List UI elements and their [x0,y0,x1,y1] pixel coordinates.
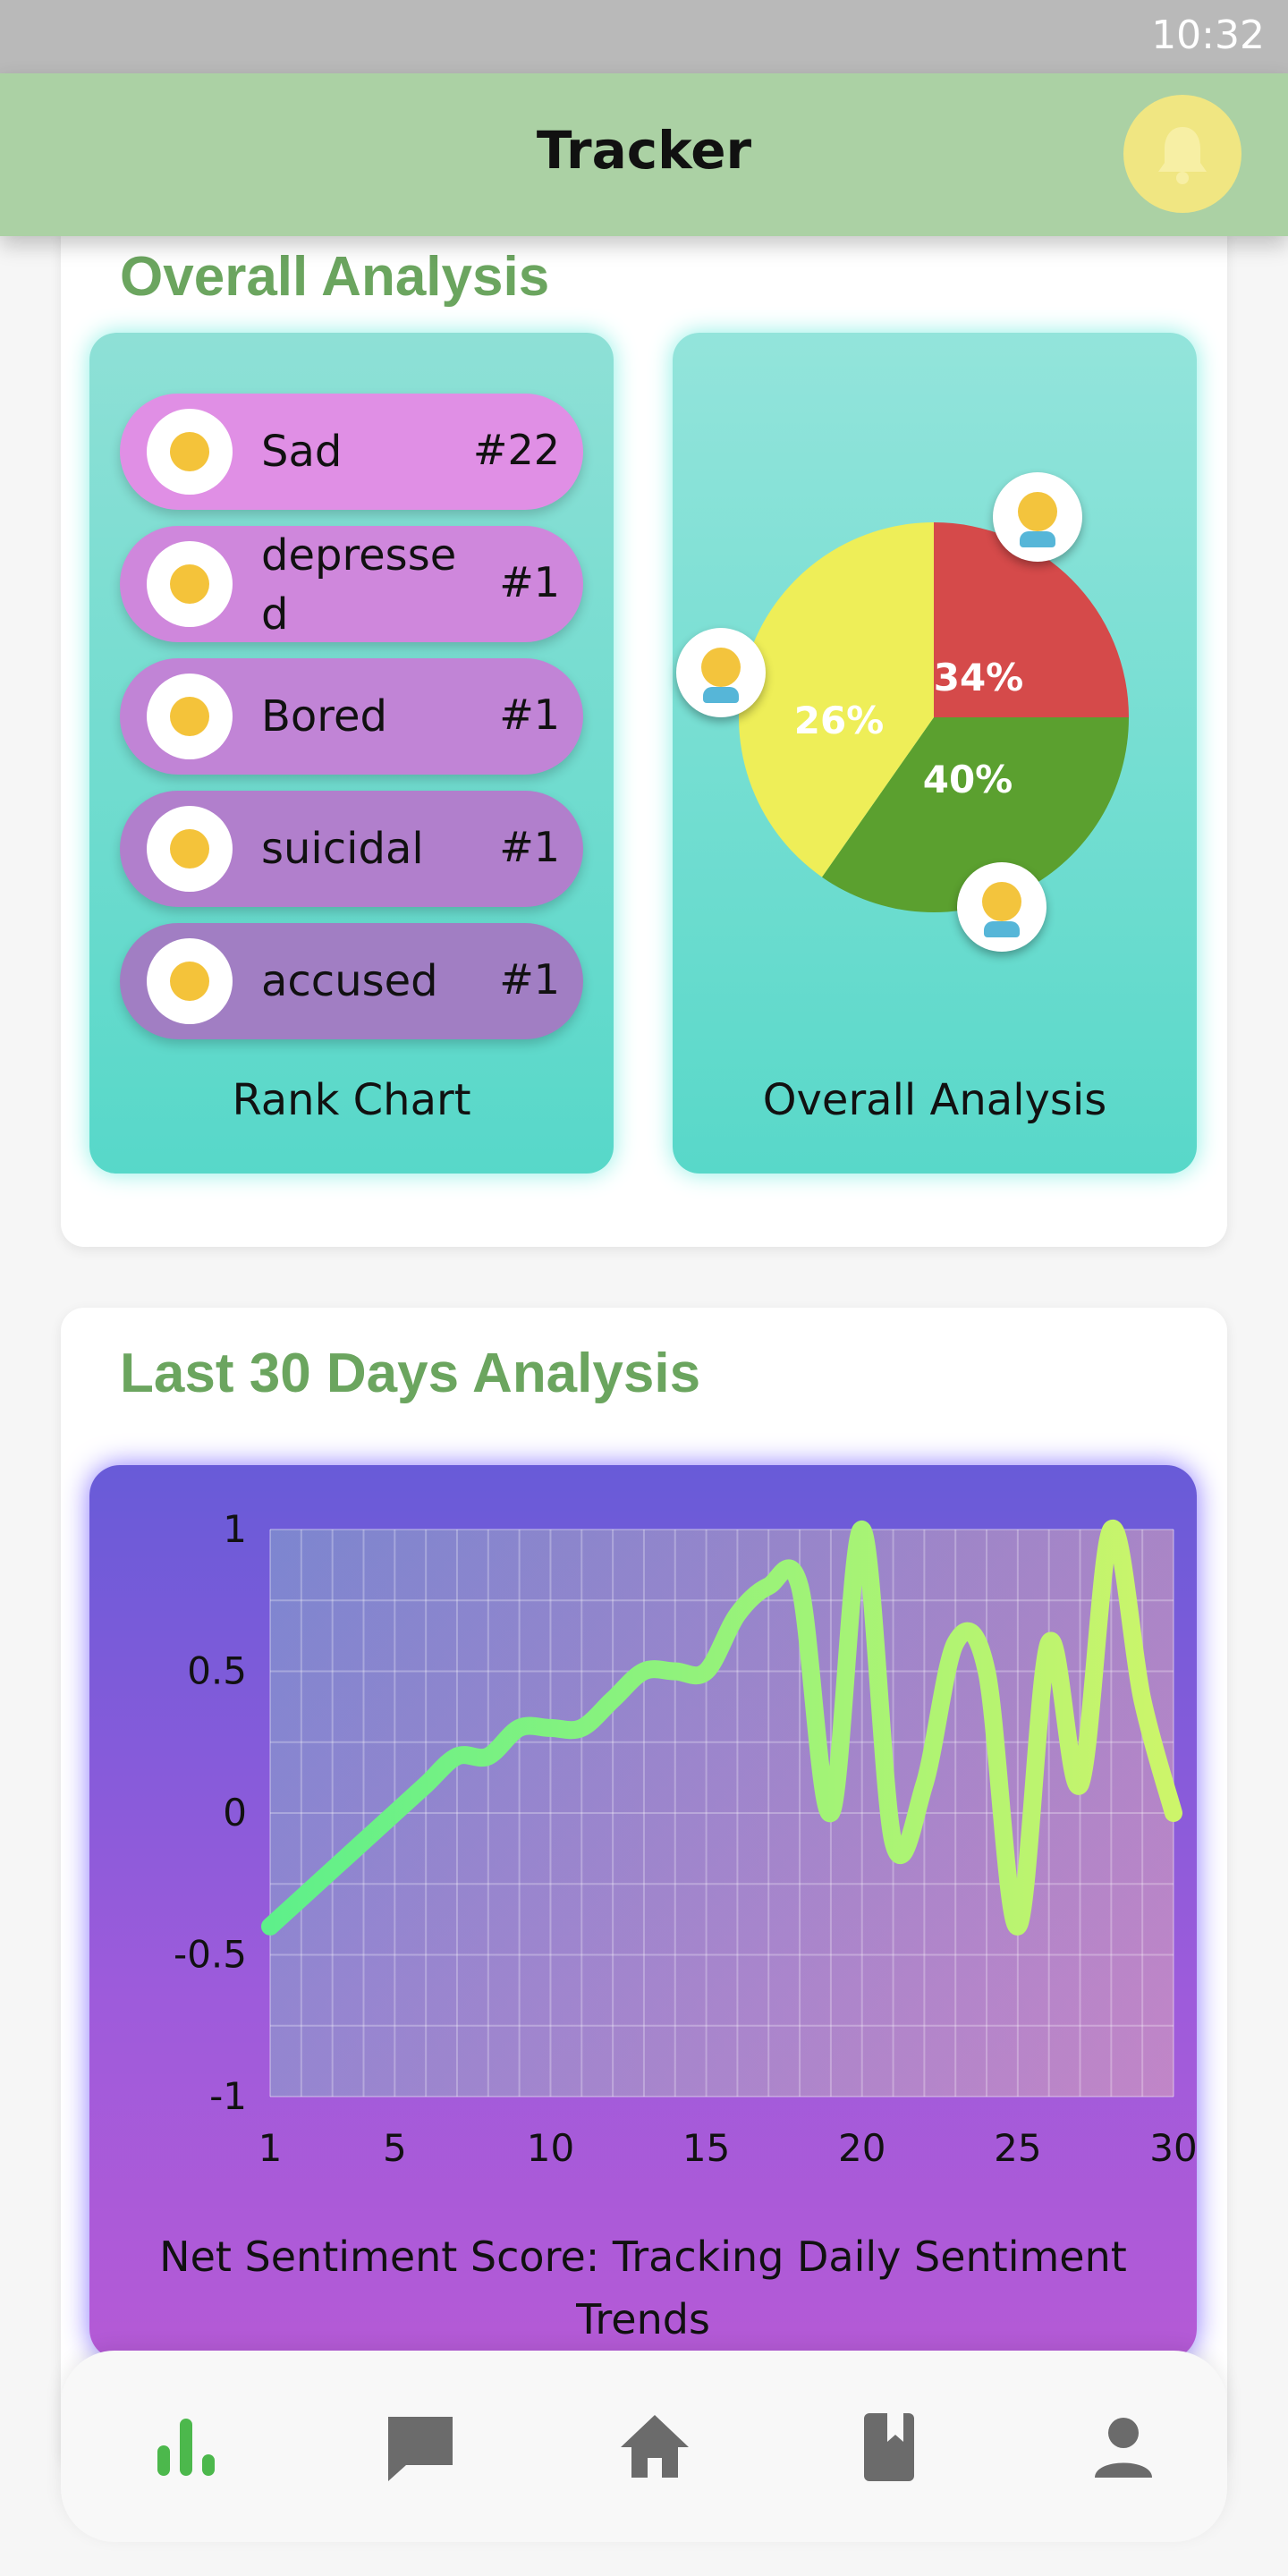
happy-person-icon [957,862,1046,952]
last-30-days-title: Last 30 Days Analysis [120,1343,701,1404]
rank-item-count: #22 [472,426,560,474]
y-tick-label: 0 [223,1791,247,1835]
y-tick-label: 1 [223,1507,247,1551]
x-tick-label: 10 [527,2126,574,2170]
nav-profile[interactable] [1079,2402,1168,2492]
x-tick-label: 30 [1149,2126,1197,2170]
x-tick-label: 25 [994,2126,1041,2170]
rank-item-name: Sad [261,427,343,477]
bottom-nav [61,2351,1227,2542]
rank-chart-panel: Sad #22 depresse d #1 Bored #1 suicidal #1 accus… [89,333,614,1174]
status-bar: 10:32 [0,0,1288,73]
y-tick-label: -1 [209,2074,247,2118]
nav-chat[interactable] [376,2402,465,2492]
app-bar: Tracker [0,73,1288,236]
sad-emoji-icon [147,409,233,495]
bar-chart-icon [157,2419,215,2476]
rank-item-count: #1 [499,558,560,606]
rank-chart-caption: Rank Chart [232,1075,471,1125]
rank-item-count: #1 [499,955,560,1004]
overall-analysis-card: Overall Analysis Sad #22 depresse d #1 Bored… [61,197,1227,1247]
rank-item[interactable]: accused #1 [120,923,583,1039]
rank-item-name: suicidal [261,824,424,874]
notification-button[interactable] [1123,95,1241,213]
rank-item-name: Bored [261,691,387,741]
x-tick-label: 1 [258,2126,283,2170]
chat-icon [388,2417,453,2481]
rank-item[interactable]: Bored #1 [120,658,583,775]
status-time: 10:32 [1151,13,1265,58]
rank-item-count: #1 [499,691,560,739]
pie-slice-label: 34% [934,656,1024,699]
sentiment-line-chart: 10.50-0.5-11 5 10 15 20 25 30 [174,1507,1197,2170]
x-tick-label: 20 [838,2126,886,2170]
pie-slice-label: 40% [923,758,1013,801]
rank-item[interactable]: depresse d #1 [120,526,583,642]
x-tick-label: 15 [682,2126,730,2170]
nav-home[interactable] [610,2402,699,2492]
profile-icon [1095,2418,1152,2478]
pie-slice-label: 26% [794,699,885,742]
rank-item-name: accused [261,956,438,1006]
x-tick-label: 5 [383,2126,407,2170]
overall-analysis-title: Overall Analysis [120,246,550,308]
nav-journal[interactable] [844,2402,934,2492]
pie-chart: 34% 40% 26% [739,522,1129,912]
chart-caption: Net Sentiment Score: Tracking Daily Sent… [159,2233,1127,2343]
crying-emoji-icon [147,541,233,627]
book-icon [864,2413,914,2481]
nav-stats[interactable] [141,2402,231,2492]
flushed-emoji-icon [147,938,233,1024]
home-icon [621,2415,689,2478]
sentiment-chart-panel: 1 0.5 0 -0.5 -1 1 5 10 15 20 25 30 Net Sentiment Sc… [89,1465,1197,2360]
rank-item-count: #1 [499,823,560,871]
app-title: Tracker [536,120,752,181]
rank-item-name: depresse d [261,530,457,640]
sad-person-icon [993,472,1082,562]
rank-item[interactable]: Sad #22 [120,394,583,510]
rank-item[interactable]: suicidal #1 [120,791,583,907]
bell-icon [1158,127,1207,184]
y-tick-label: -0.5 [174,1933,247,1977]
y-tick-label: 0.5 [187,1649,247,1693]
frown-emoji-icon [147,674,233,759]
weary-emoji-icon [147,806,233,892]
overall-analysis-caption: Overall Analysis [762,1075,1107,1125]
pie-chart-panel: 34% 40% 26% Overall Analysis [673,333,1197,1174]
last-30-days-card: Last 30 Days Analysis 1 0.5 0 -0.5 -1 1 5 10 15 2… [61,1308,1227,2470]
neutral-person-icon [676,628,766,717]
